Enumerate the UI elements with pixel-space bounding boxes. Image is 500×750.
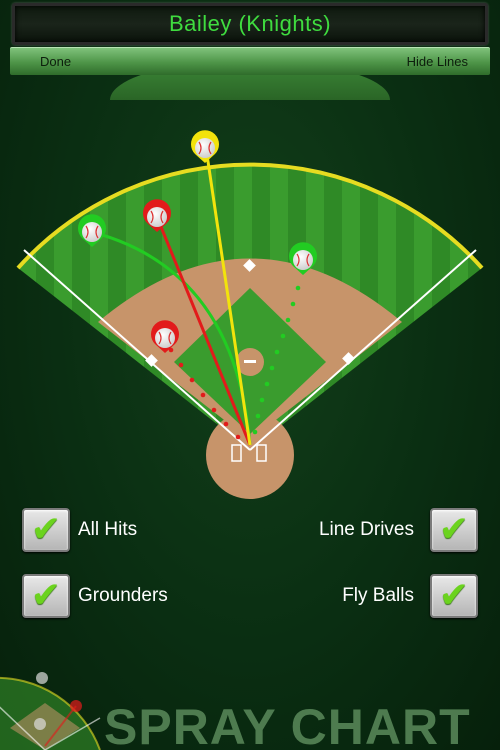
pitchers-rubber [244,360,256,363]
check-icon: ✔ [30,575,62,616]
footer-title: SPRAY CHART [104,699,471,750]
filter-all-hits[interactable]: ✔ All Hits [22,508,137,552]
done-button[interactable]: Done [32,48,79,76]
all-hits-label: All Hits [78,519,138,540]
all-hits-checkbox[interactable]: ✔ [22,508,70,552]
check-icon: ✔ [438,509,470,550]
filter-grounders[interactable]: ✔ Grounders [22,574,168,618]
line-drives-checkbox[interactable]: ✔ [430,508,478,552]
hit-marker-yellow-center[interactable] [191,130,219,163]
filter-fly-balls[interactable]: Fly Balls ✔ [342,574,478,618]
grounders-label: Grounders [78,585,168,606]
check-icon: ✔ [438,575,470,616]
fly-balls-checkbox[interactable]: ✔ [430,574,478,618]
fly-balls-label: Fly Balls [342,585,414,606]
line-drives-label: Line Drives [318,519,414,540]
nav-bar: Done Hide Lines [10,47,490,75]
hide-lines-button[interactable]: Hide Lines [399,48,476,76]
spray-chart-field [16,130,484,499]
filter-line-drives[interactable]: Line Drives ✔ [319,508,478,552]
page-title: Bailey (Knights) [168,11,332,36]
spray-chart-logo-icon [0,672,101,750]
title-bar: Bailey (Knights) [12,3,488,45]
grounders-checkbox[interactable]: ✔ [22,574,70,618]
check-icon: ✔ [30,509,62,550]
